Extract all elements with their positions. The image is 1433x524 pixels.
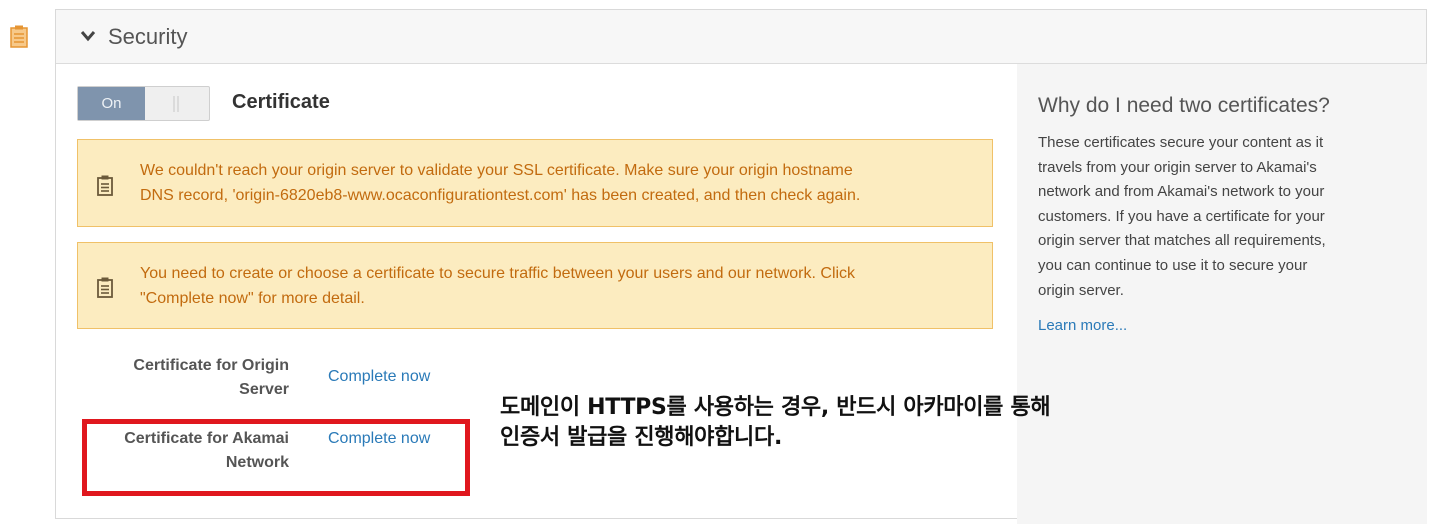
alert-message: You need to create or choose a certifica… (140, 265, 856, 307)
toggle-grip-icon (173, 96, 179, 112)
certificate-toggle[interactable]: On (77, 86, 210, 121)
alert-message: We couldn't reach your origin server to … (140, 162, 861, 204)
highlight-box (82, 419, 470, 496)
origin-certificate-label: Certificate for Origin Server (133, 357, 289, 398)
clipboard-icon (10, 25, 28, 48)
learn-more-link[interactable]: Learn more... (1038, 317, 1127, 334)
annotation-note: 도메인이 HTTPS를 사용하는 경우, 반드시 아카마이를 통해 인증서 발급… (500, 395, 1051, 450)
origin-complete-now-link[interactable]: Complete now (328, 368, 430, 386)
help-text: These certificates secure your content a… (1038, 134, 1326, 299)
help-title: Why do I need two certificates? (1038, 94, 1330, 117)
certificate-heading: Certificate (232, 91, 330, 113)
help-sidebar: Why do I need two certificates? These ce… (1017, 64, 1427, 524)
certificate-required-alert: You need to create or choose a certifica… (77, 242, 993, 329)
chevron-down-icon[interactable] (80, 29, 96, 43)
clipboard-icon (97, 175, 113, 196)
origin-warning-alert: We couldn't reach your origin server to … (77, 139, 993, 227)
section-title: Security (108, 24, 188, 49)
security-section-header[interactable]: Security (56, 10, 1426, 64)
toggle-on-label: On (78, 87, 145, 120)
clipboard-icon (97, 277, 113, 298)
